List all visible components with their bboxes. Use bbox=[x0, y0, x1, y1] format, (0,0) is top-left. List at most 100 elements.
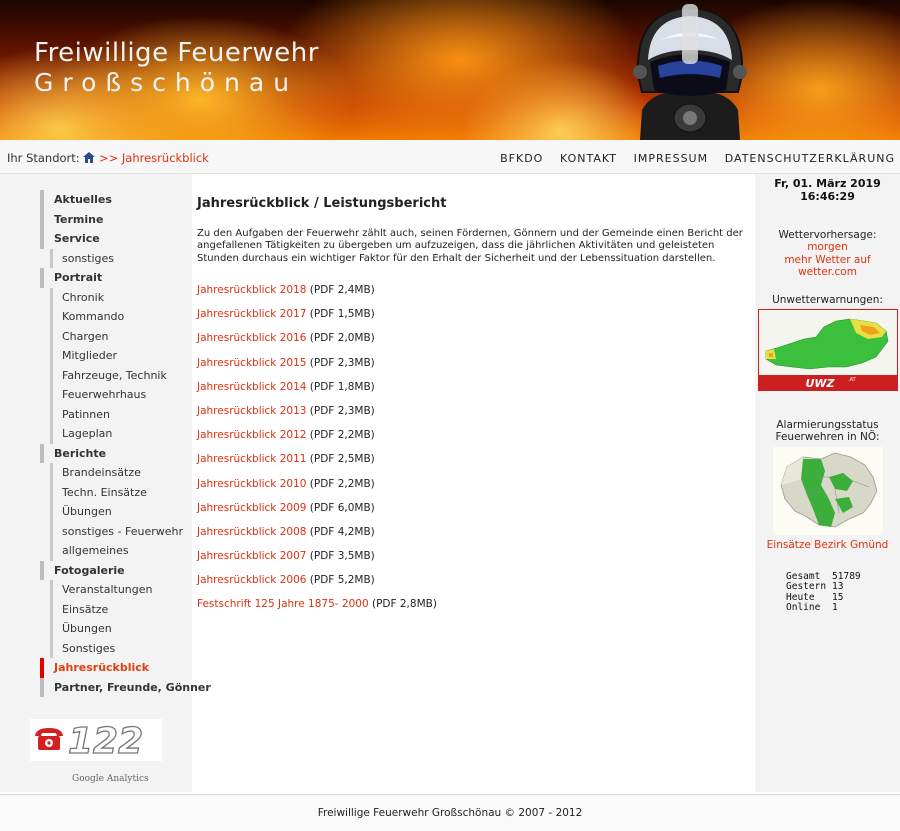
sidebar-item-sonstiges-feuerwehr[interactable]: sonstiges - Feuerwehr bbox=[50, 521, 192, 541]
topnav-kontakt[interactable]: KONTAKT bbox=[560, 152, 617, 165]
report-size: (PDF 1,8MB) bbox=[309, 380, 375, 393]
report-link[interactable]: Jahresrückblick 2006 bbox=[197, 574, 306, 586]
sidebar-item-uebungen[interactable]: Übungen bbox=[50, 502, 192, 522]
report-link[interactable]: Jahresrückblick 2012 bbox=[197, 429, 306, 441]
alarm-status-title: Alarmierungsstatus Feuerwehren in NÖ: bbox=[755, 419, 900, 444]
weather-link-mehr[interactable]: mehr Wetter auf bbox=[755, 254, 900, 267]
current-time: 16:46:29 bbox=[800, 190, 855, 203]
topnav-bfkdo[interactable]: BFKDO bbox=[500, 152, 543, 165]
sidebar-item-partner[interactable]: Partner, Freunde, Gönner bbox=[40, 677, 211, 697]
report-list: Jahresrückblick 2018 (PDF 2,4MB) Jahresrü… bbox=[197, 284, 753, 623]
report-link[interactable]: Jahresrückblick 2016 bbox=[197, 332, 306, 344]
sidebar-item-portrait[interactable]: Portrait bbox=[40, 268, 192, 288]
intro-text: Zu den Aufgaben der Feuerwehr zählt auch… bbox=[197, 228, 743, 264]
sidebar-item-chargen[interactable]: Chargen bbox=[50, 326, 192, 346]
weather-link-wettercom[interactable]: wetter.com bbox=[755, 266, 900, 279]
sidebar-item-lageplan[interactable]: Lageplan bbox=[50, 424, 192, 444]
sidebar-item-foto-uebungen[interactable]: Übungen bbox=[50, 619, 192, 639]
report-row: Jahresrückblick 2012 (PDF 2,2MB) bbox=[197, 429, 753, 453]
visitor-counter: Gesamt 51789 Gestern 13 Heute 15 Online 1 bbox=[786, 571, 867, 614]
report-row: Jahresrückblick 2018 (PDF 2,4MB) bbox=[197, 284, 753, 308]
site-title-line1: Freiwillige Feuerwehr bbox=[34, 38, 319, 68]
counter-label: Online bbox=[786, 602, 821, 614]
site-title-line2: Großschönau bbox=[34, 68, 299, 97]
report-link[interactable]: Jahresrückblick 2010 bbox=[197, 478, 306, 490]
sidebar-item-berichte[interactable]: Berichte bbox=[40, 443, 192, 463]
report-row: Festschrift 125 Jahre 1875- 2000 (PDF 2,… bbox=[197, 598, 753, 622]
emergency-122-badge[interactable]: 122 bbox=[30, 719, 162, 761]
footer: Freiwillige Feuerwehr Großschönau © 2007… bbox=[0, 794, 900, 831]
report-size: (PDF 5,2MB) bbox=[309, 574, 375, 587]
sidebar-item-foto-einsaetze[interactable]: Einsätze bbox=[50, 599, 192, 619]
alarm-title-line1: Alarmierungsstatus bbox=[776, 418, 879, 431]
breadcrumb-label: Ihr Standort: bbox=[7, 151, 80, 165]
site-title: Freiwillige Feuerwehr Großschönau bbox=[34, 40, 319, 95]
topnav-datenschutz[interactable]: DATENSCHUTZERKLÄRUNG bbox=[725, 152, 895, 165]
sidebar-item-patinnen[interactable]: Patinnen bbox=[50, 404, 192, 424]
sidebar-item-termine[interactable]: Termine bbox=[40, 209, 192, 229]
phone-icon bbox=[35, 728, 63, 750]
report-link[interactable]: Jahresrückblick 2014 bbox=[197, 381, 306, 393]
home-icon[interactable] bbox=[83, 152, 96, 166]
report-size: (PDF 2,2MB) bbox=[309, 477, 375, 490]
report-link[interactable]: Jahresrückblick 2018 bbox=[197, 284, 306, 296]
sidebar-item-fotogalerie[interactable]: Fotogalerie bbox=[40, 560, 192, 580]
sidebar-item-feuerwehrhaus[interactable]: Feuerwehrhaus bbox=[50, 385, 192, 405]
report-link[interactable]: Jahresrückblick 2011 bbox=[197, 453, 306, 465]
sidebar-item-allgemeines[interactable]: allgemeines bbox=[50, 541, 192, 561]
sidebar-item-mitglieder[interactable]: Mitglieder bbox=[50, 346, 192, 366]
weather-link-morgen[interactable]: morgen bbox=[755, 241, 900, 254]
report-link[interactable]: Jahresrückblick 2008 bbox=[197, 526, 306, 538]
report-link[interactable]: Jahresrückblick 2015 bbox=[197, 357, 306, 369]
report-row: Jahresrückblick 2017 (PDF 1,5MB) bbox=[197, 308, 753, 332]
report-row: Jahresrückblick 2013 (PDF 2,3MB) bbox=[197, 405, 753, 429]
main-content: Jahresrückblick / Leistungsbericht Zu de… bbox=[197, 174, 753, 610]
report-size: (PDF 2,5MB) bbox=[309, 453, 375, 466]
report-size: (PDF 6,0MB) bbox=[309, 501, 375, 514]
report-size: (PDF 2,8MB) bbox=[371, 598, 437, 611]
report-size: (PDF 2,0MB) bbox=[309, 332, 375, 345]
footer-copyright: Freiwillige Feuerwehr Großschönau © 2007… bbox=[317, 807, 583, 819]
sidebar-item-veranstaltungen[interactable]: Veranstaltungen bbox=[50, 580, 192, 600]
top-navigation: BFKDO KONTAKT IMPRESSUM DATENSCHUTZERKLÄ… bbox=[487, 151, 895, 165]
sidebar-item-foto-sonstiges[interactable]: Sonstiges bbox=[50, 638, 192, 658]
uwz-logo: UWZ bbox=[805, 377, 835, 390]
sidebar-item-kommando[interactable]: Kommando bbox=[50, 307, 192, 327]
report-row: Jahresrückblick 2007 (PDF 3,5MB) bbox=[197, 550, 753, 574]
report-row: Jahresrückblick 2016 (PDF 2,0MB) bbox=[197, 332, 753, 356]
topnav-impressum[interactable]: IMPRESSUM bbox=[634, 152, 708, 165]
sidebar-item-techn-einsaetze[interactable]: Techn. Einsätze bbox=[50, 482, 192, 502]
sidebar-item-service[interactable]: Service bbox=[40, 229, 192, 249]
firefighter-helmet-image bbox=[633, 4, 747, 140]
report-size: (PDF 2,4MB) bbox=[309, 284, 375, 296]
report-size: (PDF 3,5MB) bbox=[309, 550, 375, 563]
sidebar-item-aktuelles[interactable]: Aktuelles bbox=[40, 190, 192, 210]
noe-alarm-map[interactable] bbox=[772, 446, 883, 535]
sidebar-item-jahresrueckblick[interactable]: Jahresrückblick bbox=[40, 658, 192, 678]
report-size: (PDF 2,3MB) bbox=[309, 404, 375, 417]
report-link[interactable]: Jahresrückblick 2009 bbox=[197, 502, 306, 514]
einsaetze-bezirk-link[interactable]: Einsätze Bezirk Gmünd bbox=[755, 539, 900, 551]
sidebar-item-chronik[interactable]: Chronik bbox=[50, 287, 192, 307]
breadcrumb-separator: >> bbox=[98, 151, 119, 165]
google-analytics-logo: Google Analytics bbox=[72, 774, 149, 784]
left-sidebar: Aktuelles Termine Service sonstiges Port… bbox=[0, 174, 211, 792]
right-sidebar: Fr, 01. März 2019 16:46:29 Wettervorhers… bbox=[755, 174, 900, 792]
report-link[interactable]: Jahresrückblick 2017 bbox=[197, 308, 306, 320]
date-time: Fr, 01. März 2019 16:46:29 bbox=[755, 177, 900, 203]
sidebar-item-brandeinsaetze[interactable]: Brandeinsätze bbox=[50, 463, 192, 483]
report-row: Jahresrückblick 2011 (PDF 2,5MB) bbox=[197, 453, 753, 477]
report-link[interactable]: Jahresrückblick 2013 bbox=[197, 405, 306, 417]
uwz-logo-suffix: .AT bbox=[848, 377, 857, 383]
report-link[interactable]: Festschrift 125 Jahre 1875- 2000 bbox=[197, 598, 369, 610]
warnings-title: Unwetterwarnungen: bbox=[772, 293, 883, 306]
report-link[interactable]: Jahresrückblick 2007 bbox=[197, 550, 306, 562]
sidebar-item-service-sonstiges[interactable]: sonstiges bbox=[50, 248, 192, 268]
report-row: Jahresrückblick 2010 (PDF 2,2MB) bbox=[197, 478, 753, 502]
uwz-warning-map[interactable]: UWZ .AT bbox=[757, 308, 898, 391]
sidebar-item-fahrzeuge[interactable]: Fahrzeuge, Technik bbox=[50, 365, 192, 385]
main-navigation: Aktuelles Termine Service sonstiges Port… bbox=[40, 190, 211, 697]
page-title: Jahresrückblick / Leistungsbericht bbox=[197, 196, 447, 211]
report-size: (PDF 2,3MB) bbox=[309, 356, 375, 369]
header-banner: Freiwillige Feuerwehr Großschönau bbox=[0, 0, 900, 140]
